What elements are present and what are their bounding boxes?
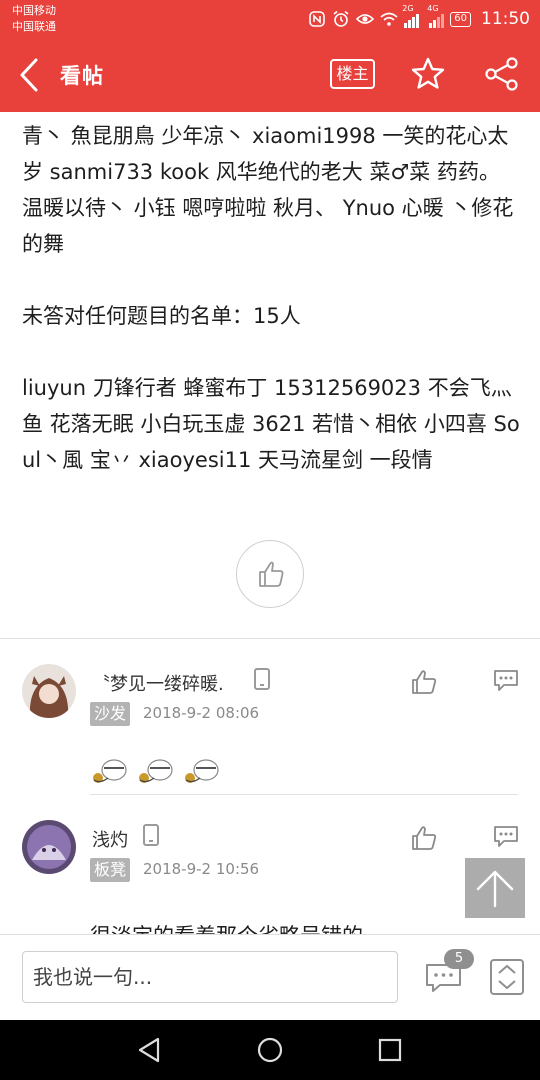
share-icon: [485, 57, 518, 91]
emoji-sticker: [136, 756, 176, 784]
signal-2-icon: 4G: [427, 4, 445, 28]
comment-time: 2018-9-2 08:06: [143, 704, 260, 722]
triangle-back-icon: [138, 1037, 160, 1063]
eye-icon: [356, 10, 375, 28]
share-button[interactable]: [484, 56, 520, 92]
comment-text: 很淡定的看着那个省略号错的: [90, 920, 363, 934]
app-header: 看帖 楼主: [0, 38, 540, 112]
thumbs-up-icon: [259, 561, 284, 587]
network-2-label: 4G: [427, 4, 439, 13]
speech-bubble-icon: [494, 826, 518, 847]
floor-badge: 板凳: [90, 858, 131, 882]
signal-1-icon: 2G: [402, 4, 420, 28]
phone-icon: [143, 824, 159, 846]
square-recents-icon: [378, 1038, 402, 1062]
system-nav-bar: [0, 1020, 540, 1080]
comment-like-button[interactable]: [410, 824, 438, 852]
comment-count-badge: 5: [444, 949, 474, 969]
carrier-1: 中国移动: [12, 4, 56, 17]
comment-author[interactable]: 浅灼: [92, 826, 128, 852]
speech-bubble-icon: [494, 670, 518, 691]
phone-icon: [254, 668, 270, 690]
avatar[interactable]: [22, 664, 76, 718]
nfc-icon: [308, 10, 326, 28]
comment-reply-button[interactable]: [492, 668, 520, 694]
emoji-sticker: [182, 756, 222, 784]
owner-only-button[interactable]: 楼主: [330, 59, 375, 89]
carrier-2: 中国联通: [12, 20, 56, 33]
chevron-left-icon: [20, 58, 38, 92]
post-paragraph-top: 青丶 魚昆朋鳥 少年凉丶 xiaomi1998 一笑的花心太岁 sanmi733…: [22, 124, 514, 256]
comment-bar: 5: [0, 934, 540, 1020]
comment-divider: [90, 794, 518, 795]
page-title: 看帖: [60, 64, 104, 88]
floor-nav-button[interactable]: [490, 959, 524, 995]
thumbs-up-icon: [412, 826, 437, 850]
avatar[interactable]: [22, 820, 76, 874]
scroll-to-top-button[interactable]: [465, 858, 525, 918]
post-paragraph-heading: 未答对任何题目的名单：15人: [22, 304, 301, 328]
arrow-up-icon: [476, 870, 514, 908]
comment-author[interactable]: 〝梦见一缕碎暖.: [92, 670, 224, 696]
section-divider: [0, 638, 540, 639]
favorite-button[interactable]: [410, 56, 446, 92]
status-bar: 中国移动 中国联通 2G 4G 60 11:50: [0, 0, 540, 38]
post-paragraph-list: liuyun 刀锋行者 蜂蜜布丁 15312569023 不会飞灬鱼 花落无眠 …: [22, 376, 520, 472]
thumbs-up-icon: [412, 670, 437, 694]
nav-home-button[interactable]: [254, 1034, 286, 1066]
clock: 11:50: [481, 9, 530, 29]
floor-badge: 沙发: [90, 702, 131, 726]
up-down-chevron-icon: [498, 965, 516, 989]
star-icon: [411, 57, 445, 89]
status-icons: 2G 4G 60 11:50: [308, 4, 530, 30]
nav-back-button[interactable]: [134, 1034, 166, 1066]
comment-reply-button[interactable]: [492, 824, 520, 850]
comment-time: 2018-9-2 10:56: [143, 860, 260, 878]
battery-icon: 60: [450, 11, 471, 27]
emoji-sticker: [90, 756, 130, 784]
post-content: 青丶 魚昆朋鳥 少年凉丶 xiaomi1998 一笑的花心太岁 sanmi733…: [0, 112, 540, 934]
circle-home-icon: [257, 1037, 283, 1063]
nav-recents-button[interactable]: [374, 1034, 406, 1066]
comment-like-button[interactable]: [410, 668, 438, 696]
post-like-button[interactable]: [236, 540, 304, 608]
comment-input[interactable]: [22, 951, 398, 1003]
alarm-icon: [332, 10, 350, 28]
network-1-label: 2G: [402, 4, 414, 13]
back-button[interactable]: [14, 56, 48, 94]
wifi-icon: [380, 10, 398, 28]
